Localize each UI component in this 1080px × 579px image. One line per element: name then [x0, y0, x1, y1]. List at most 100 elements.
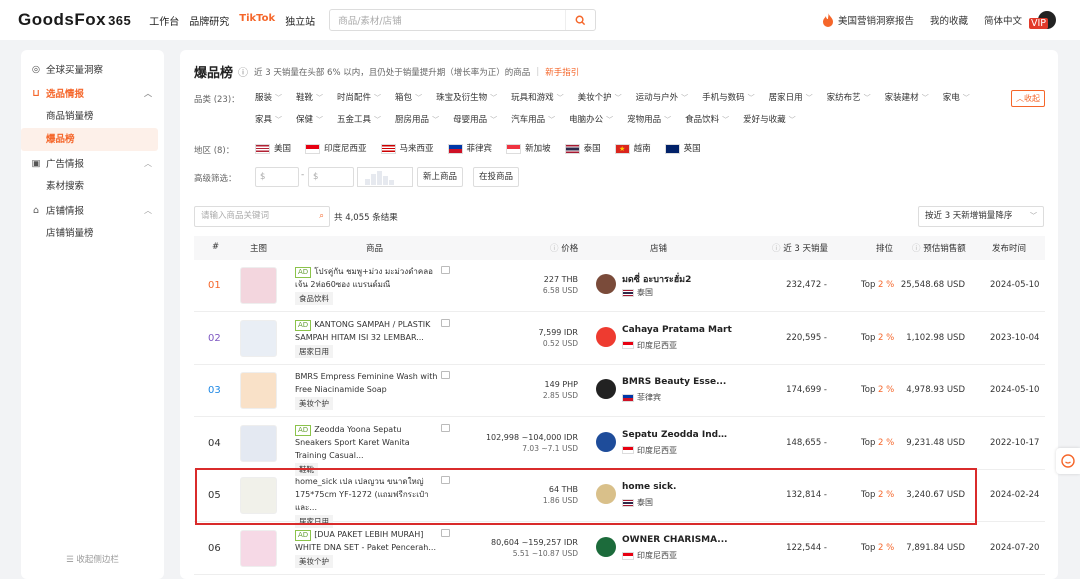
- language-select[interactable]: 简体中文: [984, 13, 1022, 27]
- logo[interactable]: GoodsFox 365: [18, 10, 131, 30]
- fold-button[interactable]: ︿收起: [1011, 90, 1045, 107]
- product-thumbnail[interactable]: [240, 530, 277, 567]
- copy-icon[interactable]: [441, 371, 450, 380]
- copy-icon[interactable]: [441, 529, 450, 537]
- product-thumbnail[interactable]: [240, 424, 277, 462]
- category-chip[interactable]: 爱好与收藏 ﹀: [743, 109, 796, 131]
- category-chip[interactable]: 家纺布艺 ﹀: [827, 87, 871, 109]
- copy-icon[interactable]: [441, 266, 450, 274]
- product-info[interactable]: AD [DUA PAKET LEBIH MURAH] WHITE DNA SET …: [295, 528, 440, 568]
- store-name[interactable]: OWNER CHARISMA...: [622, 535, 732, 545]
- price-histogram-icon[interactable]: [357, 167, 413, 187]
- product-thumbnail[interactable]: [240, 267, 277, 304]
- table-row[interactable]: 01 AD โปรคู่กัน ชมพู+ม่วง มะม่วงดำคลอเจ้น …: [194, 260, 1045, 312]
- sort-select[interactable]: 按近 3 天新增销量降序 ﹀: [918, 206, 1044, 227]
- category-chip[interactable]: 母婴用品 ﹀: [453, 109, 497, 131]
- category-chip[interactable]: 家具 ﹀: [255, 109, 282, 131]
- sidebar-item-store-intel[interactable]: ⌂ 店铺情报 ︿: [21, 198, 164, 222]
- col-sales[interactable]: ⓘ 近 3 天销量: [772, 242, 828, 254]
- collapse-sidebar-button[interactable]: ☰ 收起侧边栏: [21, 553, 164, 565]
- product-name[interactable]: โปรคู่กัน ชมพู+ม่วง มะม่วงดำคลอเจ้น 2ห่อ…: [295, 267, 433, 289]
- copy-icon[interactable]: [441, 318, 450, 327]
- chat-float-button[interactable]: [1056, 448, 1080, 474]
- category-chip[interactable]: 玩具和游戏 ﹀: [511, 87, 564, 109]
- search-icon[interactable]: ⌕: [319, 207, 324, 226]
- sidebar-item-ad-intel[interactable]: ▣ 广告情报 ︿: [21, 151, 164, 175]
- region-chip-gb[interactable]: 英国: [664, 138, 701, 160]
- price-max-input[interactable]: $: [308, 167, 354, 187]
- sidebar-item-global-insight[interactable]: ◎ 全球买量洞察: [21, 57, 164, 81]
- category-chip[interactable]: 汽车用品 ﹀: [511, 109, 555, 131]
- sidebar-item-hot-products[interactable]: 爆品榜: [21, 128, 158, 151]
- col-gmv[interactable]: ⓘ 预估销售额: [912, 242, 966, 254]
- store-name[interactable]: มดซี่ อะบาระฮั่ม2: [622, 272, 732, 286]
- category-chip[interactable]: 珠宝及衍生物 ﹀: [436, 87, 497, 109]
- sidebar-item-material-search[interactable]: 素材搜索: [21, 175, 164, 198]
- category-chip[interactable]: 保健 ﹀: [296, 109, 323, 131]
- table-row[interactable]: 02 AD KANTONG SAMPAH / PLASTIK SAMPAH HITA…: [194, 313, 1045, 365]
- product-name[interactable]: KANTONG SAMPAH / PLASTIK SAMPAH HITAM IS…: [295, 320, 430, 342]
- region-chip-vn[interactable]: ★ 越南: [614, 138, 651, 160]
- region-chip-us[interactable]: 美国: [255, 138, 291, 160]
- new-items-toggle[interactable]: 新上商品: [417, 167, 464, 187]
- store-avatar[interactable]: [596, 326, 616, 347]
- guide-link[interactable]: 新手指引: [545, 66, 579, 78]
- product-thumbnail[interactable]: [240, 319, 277, 357]
- region-chip-id[interactable]: 印度尼西亚: [305, 138, 367, 160]
- product-name[interactable]: [DUA PAKET LEBIH MURAH] WHITE DNA SET - …: [295, 530, 436, 552]
- store-avatar[interactable]: [596, 537, 616, 557]
- marketing-report-link[interactable]: 美国营销洞察报告: [838, 13, 914, 27]
- store-avatar[interactable]: [596, 379, 616, 400]
- category-chip[interactable]: 美妆个护 ﹀: [578, 87, 622, 109]
- product-info[interactable]: AD KANTONG SAMPAH / PLASTIK SAMPAH HITAM …: [295, 318, 440, 358]
- nav-tiktok[interactable]: TikTok: [239, 13, 275, 28]
- store-name[interactable]: Sepatu Zeodda Indo...: [622, 430, 732, 440]
- category-chip[interactable]: 时尚配件 ﹀: [337, 87, 381, 109]
- category-chip[interactable]: 厨房用品 ﹀: [395, 109, 439, 131]
- category-chip[interactable]: 家装建材 ﹀: [885, 87, 929, 109]
- category-chip[interactable]: 手机与数码 ﹀: [702, 87, 755, 109]
- search-icon[interactable]: [565, 10, 595, 30]
- sidebar-item-store-sales-rank[interactable]: 店铺销量榜: [21, 222, 164, 245]
- category-chip[interactable]: 服装 ﹀: [255, 87, 282, 109]
- table-row[interactable]: 06 AD [DUA PAKET LEBIH MURAH] WHITE DNA SE…: [194, 523, 1045, 575]
- region-chip-th[interactable]: 泰国: [564, 138, 601, 160]
- product-thumbnail[interactable]: [240, 372, 277, 410]
- region-chip-my[interactable]: 马来西亚: [380, 138, 434, 160]
- info-icon[interactable]: ⓘ: [238, 64, 248, 79]
- store-name[interactable]: BMRS Beauty Esse...: [622, 377, 732, 387]
- price-min-input[interactable]: $: [255, 167, 299, 187]
- store-avatar[interactable]: [596, 431, 616, 452]
- product-info[interactable]: BMRS Empress Feminine Wash with Free Nia…: [295, 370, 440, 411]
- category-chip[interactable]: 运动与户外 ﹀: [636, 87, 689, 109]
- col-price[interactable]: ⓘ 价格: [550, 242, 578, 254]
- search-input[interactable]: 商品/素材/店铺: [329, 9, 597, 31]
- category-chip[interactable]: 电脑办公 ﹀: [569, 109, 613, 131]
- region-chip-sg[interactable]: 新加坡: [506, 138, 551, 160]
- category-chip[interactable]: 鞋靴 ﹀: [296, 87, 323, 109]
- ads-items-toggle[interactable]: 在投商品: [473, 167, 520, 187]
- product-name[interactable]: BMRS Empress Feminine Wash with Free Nia…: [295, 372, 437, 394]
- store-name[interactable]: Cahaya Pratama Mart: [622, 325, 732, 335]
- category-chip[interactable]: 箱包 ﹀: [395, 87, 422, 109]
- category-chip[interactable]: 食品饮料 ﹀: [685, 109, 729, 131]
- store-avatar[interactable]: [596, 274, 616, 294]
- keyword-search-input[interactable]: 请输入商品关键词 ⌕: [194, 206, 330, 227]
- nav-brand-research[interactable]: 品牌研究: [189, 13, 229, 28]
- category-chip[interactable]: 家电 ﹀: [943, 87, 970, 109]
- my-favorites-link[interactable]: 我的收藏: [930, 13, 968, 27]
- nav-workbench[interactable]: 工作台: [149, 13, 179, 28]
- nav-independent-site[interactable]: 独立站: [285, 13, 315, 28]
- table-row[interactable]: 03 BMRS Empress Feminine Wash with Free N…: [194, 365, 1045, 418]
- region-chip-ph[interactable]: 菲律宾: [447, 138, 492, 160]
- avatar[interactable]: VIP: [1029, 11, 1056, 29]
- product-info[interactable]: AD โปรคู่กัน ชมพู+ม่วง มะม่วงดำคลอเจ้น 2ห…: [295, 265, 440, 305]
- sidebar-item-sales-rank[interactable]: 商品销量榜: [21, 105, 164, 128]
- table-row[interactable]: 04 AD Zeodda Yoona Sepatu Sneakers Sport K…: [194, 418, 1045, 476]
- sidebar-item-product-intel[interactable]: ⊔ 选品情报 ︿: [21, 81, 164, 105]
- category-chip[interactable]: 居家日用 ﹀: [769, 87, 813, 109]
- product-name[interactable]: Zeodda Yoona Sepatu Sneakers Sport Karet…: [295, 425, 410, 460]
- category-chip[interactable]: 宠物用品 ﹀: [627, 109, 671, 131]
- copy-icon[interactable]: [441, 423, 450, 432]
- category-chip[interactable]: 五金工具 ﹀: [337, 109, 381, 131]
